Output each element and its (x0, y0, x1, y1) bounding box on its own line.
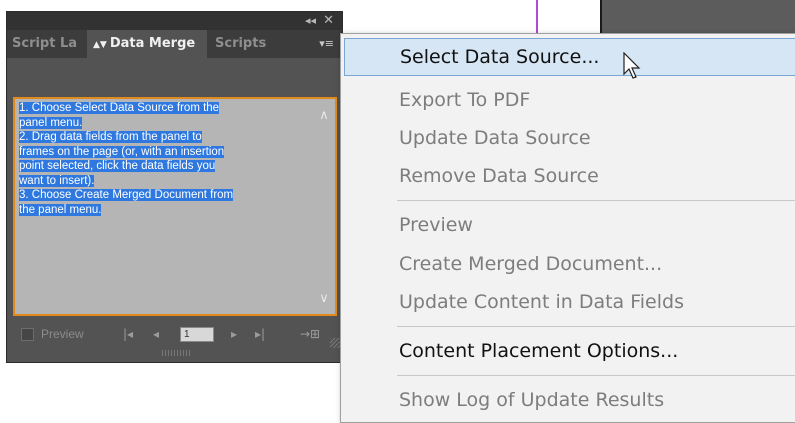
menu-item-show-log-of-update-results[interactable]: Show Log of Update Results (344, 381, 795, 419)
menu-item-preview[interactable]: Preview (344, 206, 795, 244)
create-merged-document-icon[interactable]: →⊞ (300, 327, 320, 341)
panel-titlebar[interactable]: ◂◂ ✕ (7, 12, 342, 30)
resize-grip[interactable] (162, 350, 192, 356)
tab-label: Scripts (215, 36, 267, 51)
menu-item-export-to-pdf[interactable]: Export To PDF (344, 81, 795, 119)
spin-arrows-icon: ▲▼ (93, 40, 107, 50)
instruction-line: 3. Choose Create Merged Document from (19, 189, 234, 201)
double-chevron-left-icon[interactable]: ◂◂ (305, 14, 316, 28)
panel-footer: Preview |◂ ◂ 1 ▸ ▸| →⊞ (7, 324, 342, 346)
instructions-text: 1. Choose Select Data Source from the pa… (19, 101, 309, 217)
tab-script-label[interactable]: Script La (7, 30, 87, 58)
menu-separator (397, 375, 795, 376)
last-record-icon[interactable]: ▸| (255, 327, 265, 341)
record-number-input[interactable]: 1 (180, 327, 214, 342)
menu-item-remove-data-source[interactable]: Remove Data Source (344, 157, 795, 195)
mouse-pointer-icon (623, 52, 641, 79)
panel-flyout-menu: Select Data Source... Export To PDF Upda… (340, 33, 795, 423)
instructions-textarea[interactable]: 1. Choose Select Data Source from the pa… (13, 97, 337, 316)
panel-menu-icon[interactable]: ▾≡ (319, 37, 334, 51)
chevron-down-icon[interactable]: ∨ (313, 290, 335, 308)
instruction-line: the panel menu. (19, 203, 102, 216)
menu-item-content-placement-options[interactable]: Content Placement Options... (344, 332, 795, 370)
instruction-line: panel menu. (19, 116, 83, 129)
close-icon[interactable]: ✕ (323, 13, 334, 28)
menu-separator (397, 326, 795, 327)
next-record-icon[interactable]: ▸ (231, 327, 237, 341)
instruction-line: want to insert). (19, 174, 95, 187)
preview-label: Preview (41, 327, 84, 341)
resize-corner-icon[interactable] (330, 338, 340, 348)
data-merge-panel: ◂◂ ✕ Script La ▲▼ Data Merge Scripts ▾≡ 1… (7, 12, 342, 362)
first-record-icon[interactable]: |◂ (123, 327, 133, 341)
instruction-line: frames on the page (or, with an insertio… (19, 145, 225, 158)
preview-checkbox[interactable] (21, 328, 34, 341)
menu-separator (397, 200, 795, 201)
tab-label: Data Merge (109, 36, 196, 51)
previous-record-icon[interactable]: ◂ (153, 327, 159, 341)
tab-label: Script La (12, 36, 78, 51)
tab-data-merge[interactable]: ▲▼ Data Merge (87, 30, 207, 58)
panel-tabbar: Script La ▲▼ Data Merge Scripts ▾≡ (7, 30, 342, 58)
chevron-up-icon[interactable]: ∧ (313, 107, 335, 125)
instruction-line: 2. Drag data fields from the panel to (19, 131, 202, 143)
textarea-scrollbar[interactable]: ∧ ∨ (313, 99, 335, 314)
menu-item-create-merged-document[interactable]: Create Merged Document... (344, 245, 795, 283)
menu-item-update-content-in-data-fields[interactable]: Update Content in Data Fields (344, 283, 795, 321)
menu-item-select-data-source[interactable]: Select Data Source... (344, 38, 795, 76)
instruction-line: point selected, click the data fields yo… (19, 160, 216, 172)
tab-scripts[interactable]: Scripts (207, 30, 277, 58)
instruction-line: 1. Choose Select Data Source from the (19, 102, 220, 114)
menu-item-update-data-source[interactable]: Update Data Source (344, 119, 795, 157)
